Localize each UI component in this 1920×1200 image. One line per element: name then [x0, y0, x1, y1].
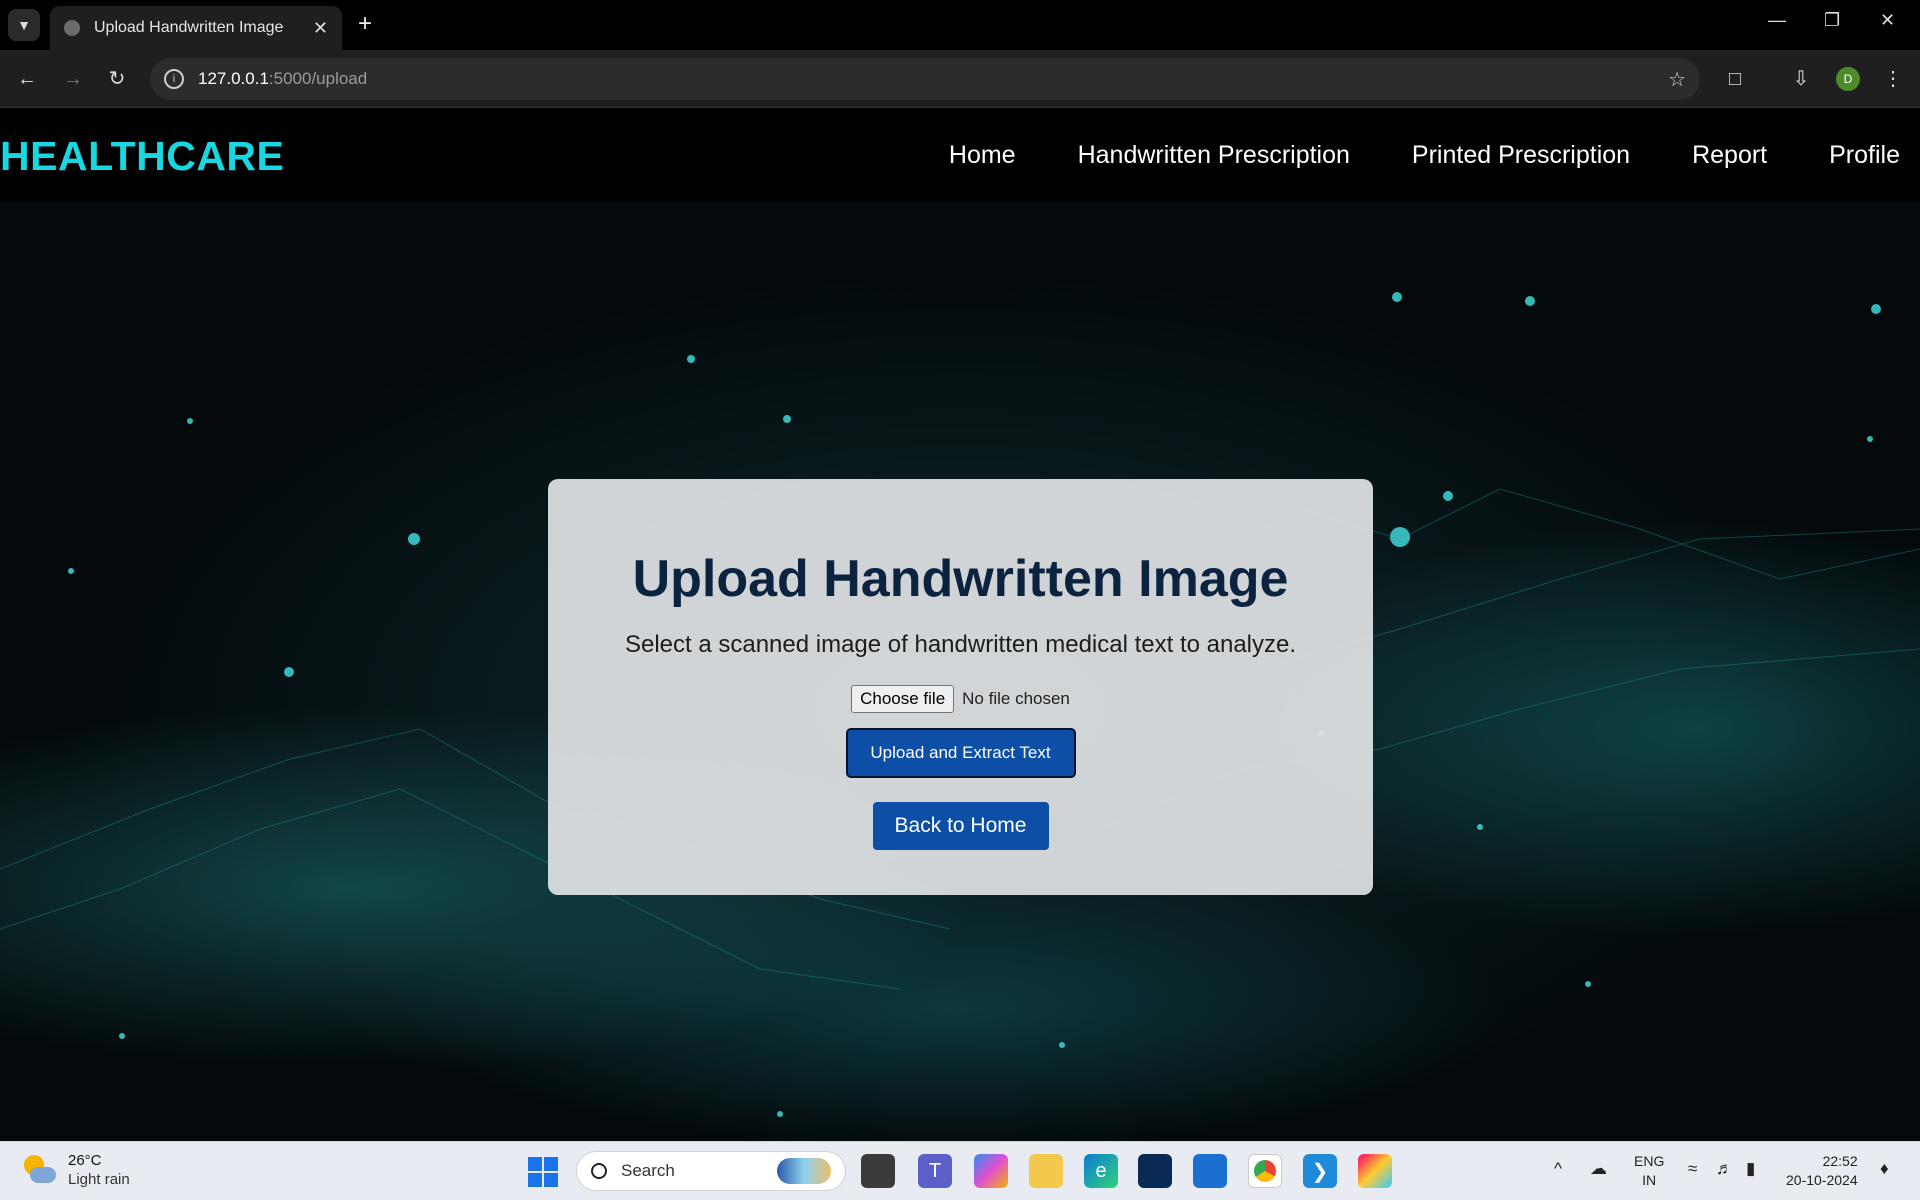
region-code: IN	[1642, 1172, 1657, 1188]
language-indicator[interactable]: ENG IN	[1634, 1152, 1664, 1190]
copilot-icon[interactable]	[974, 1154, 1008, 1188]
upload-instructions: Select a scanned image of handwritten me…	[624, 631, 1297, 658]
nav-report[interactable]: Report	[1692, 141, 1767, 170]
url-path: :5000/upload	[268, 69, 368, 88]
onedrive-icon[interactable]: ☁	[1590, 1159, 1607, 1179]
chevron-down-icon: ▼	[17, 17, 31, 33]
nav-links: Home Handwritten Prescription Printed Pr…	[887, 141, 1900, 170]
search-highlight-image	[777, 1158, 831, 1184]
vscode-icon[interactable]: ❯	[1303, 1154, 1337, 1188]
chevron-up-icon[interactable]: ^	[1554, 1159, 1562, 1179]
brand-logo[interactable]: HEALTHCARE	[0, 133, 284, 180]
edge-icon[interactable]: e	[1084, 1154, 1118, 1188]
time: 22:52	[1822, 1153, 1858, 1169]
nav-profile[interactable]: Profile	[1829, 141, 1900, 170]
file-explorer-icon[interactable]	[1029, 1154, 1063, 1188]
back-arrow-icon[interactable]: ←	[12, 64, 42, 94]
choose-file-button[interactable]: Choose file	[851, 685, 955, 713]
file-input: Choose file No file chosen	[548, 685, 1373, 713]
language-code: ENG	[1634, 1153, 1665, 1169]
url-host: 127.0.0.1	[198, 69, 269, 88]
chrome-icon[interactable]	[1248, 1154, 1282, 1188]
site-navbar: HEALTHCARE Home Handwritten Prescription…	[0, 109, 1920, 202]
weather-icon	[22, 1155, 56, 1185]
volume-icon[interactable]: ♬	[1716, 1159, 1733, 1179]
date: 20-10-2024	[1786, 1172, 1858, 1188]
download-icon[interactable]: ⇩	[1786, 64, 1816, 94]
weather-description: Light rain	[68, 1171, 130, 1188]
page-title: Upload Handwritten Image	[632, 550, 1289, 608]
upload-card: Upload Handwritten Image Select a scanne…	[548, 479, 1373, 895]
restore-icon[interactable]: ❐	[1824, 10, 1840, 31]
tab-search-button[interactable]: ▼	[8, 9, 40, 41]
clock[interactable]: 22:52 20-10-2024	[1786, 1152, 1858, 1190]
taskbar-search[interactable]: Search	[576, 1151, 846, 1191]
file-status: No file chosen	[962, 689, 1070, 708]
app-icon[interactable]	[1358, 1154, 1392, 1188]
weather-widget[interactable]: 26°C Light rain	[22, 1151, 130, 1189]
forward-arrow-icon[interactable]: →	[58, 64, 88, 94]
back-to-home-button[interactable]: Back to Home	[872, 802, 1049, 850]
taskbar: 26°C Light rain Search T e ❯ ^ ☁ ENG IN …	[0, 1141, 1920, 1200]
minimize-icon[interactable]: —	[1768, 10, 1786, 31]
new-tab-button[interactable]: +	[352, 12, 378, 38]
site-info-icon[interactable]: i	[164, 69, 184, 89]
close-icon[interactable]: ✕	[313, 18, 328, 39]
tab-title: Upload Handwritten Image	[94, 19, 284, 36]
wifi-icon[interactable]: ≈	[1688, 1159, 1697, 1179]
window-close-icon[interactable]: ✕	[1880, 10, 1895, 31]
globe-icon	[64, 20, 80, 36]
url-text[interactable]: 127.0.0.1:5000/upload	[198, 69, 1668, 89]
nav-printed-prescription[interactable]: Printed Prescription	[1412, 141, 1630, 170]
task-view-icon[interactable]	[861, 1154, 895, 1188]
teams-icon[interactable]: T	[918, 1154, 952, 1188]
notification-bell-icon[interactable]: ♦	[1880, 1159, 1889, 1179]
active-tab[interactable]: Upload Handwritten Image ✕	[50, 6, 342, 50]
profile-avatar[interactable]: D	[1836, 67, 1860, 91]
search-icon	[591, 1163, 607, 1179]
search-label: Search	[621, 1161, 675, 1180]
bookmark-star-icon[interactable]: ☆	[1668, 67, 1686, 92]
store-icon[interactable]	[1193, 1154, 1227, 1188]
browser-tab-strip: ▼ Upload Handwritten Image ✕ + — ❐ ✕	[0, 0, 1920, 50]
upload-extract-button[interactable]: Upload and Extract Text	[845, 728, 1076, 778]
nav-home[interactable]: Home	[949, 141, 1016, 170]
extensions-icon[interactable]: □	[1720, 64, 1750, 94]
dev-tool-icon[interactable]	[1138, 1154, 1172, 1188]
temperature: 26°C	[68, 1152, 102, 1169]
windows-start-icon[interactable]	[528, 1157, 558, 1187]
reload-icon[interactable]: ↻	[102, 64, 132, 94]
page-content: HEALTHCARE Home Handwritten Prescription…	[0, 109, 1920, 1141]
battery-icon[interactable]: ▮	[1746, 1159, 1755, 1179]
browser-toolbar: ← → ↻ i 127.0.0.1:5000/upload ☆ □ ⇩ D ⋮	[0, 50, 1920, 108]
nav-handwritten-prescription[interactable]: Handwritten Prescription	[1078, 141, 1350, 170]
address-bar[interactable]: i 127.0.0.1:5000/upload ☆	[150, 58, 1700, 100]
more-menu-icon[interactable]: ⋮	[1878, 64, 1908, 94]
